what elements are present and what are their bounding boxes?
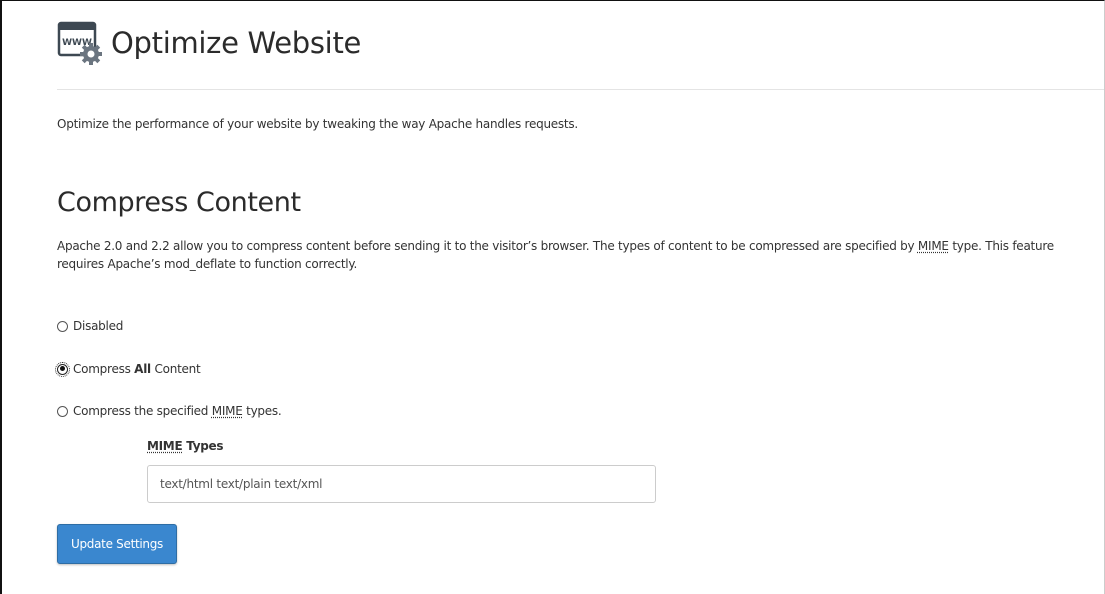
description-text: Apache 2.0 and 2.2 allow you to compress… [57,239,918,253]
page-title: Optimize Website [111,26,362,60]
option-bold-text: All [134,362,151,376]
svg-text:WWW: WWW [62,38,92,48]
section-description: Apache 2.0 and 2.2 allow you to compress… [57,237,1092,273]
page-header: WWW Optimize Website [57,20,361,66]
update-settings-button[interactable]: Update Settings [57,524,177,564]
mime-types-label: MIME Types [147,439,224,453]
mime-abbr: MIME [917,239,949,253]
option-text: Compress [73,362,135,376]
radio-disabled[interactable]: Disabled [57,319,123,333]
mime-abbr: MIME [211,404,243,418]
mime-types-input[interactable] [147,465,656,503]
mime-abbr: MIME [147,439,183,453]
radio-compress-specified-label: Compress the specified MIME types. [73,404,282,418]
radio-compress-specified-circle[interactable] [57,405,68,417]
mime-types-label-text: Types [182,439,224,453]
intro-text: Optimize the performance of your website… [57,117,578,131]
option-text: Compress the specified [73,404,212,418]
radio-compress-specified[interactable]: Compress the specified MIME types. [57,404,282,418]
option-text-end: types. [242,404,282,418]
radio-disabled-label: Disabled [73,319,124,333]
radio-disabled-circle[interactable] [57,320,68,332]
radio-compress-all-label: Compress All Content [73,362,201,376]
option-text-end: Content [150,362,201,376]
www-gear-icon: WWW [57,20,103,66]
radio-compress-all[interactable]: Compress All Content [55,361,201,377]
content-panel: WWW Optimize Website Optimize the perfor… [0,0,1105,594]
section-title: Compress Content [57,187,301,218]
radio-compress-all-circle[interactable] [55,361,70,377]
header-divider [57,89,1104,90]
